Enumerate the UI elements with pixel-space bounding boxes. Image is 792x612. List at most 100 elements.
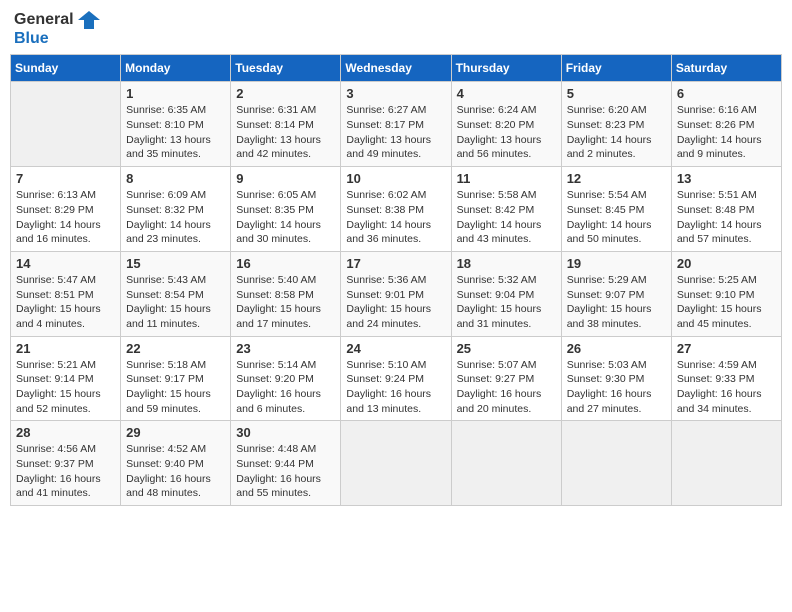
- header-day-wednesday: Wednesday: [341, 55, 451, 82]
- day-info: Sunrise: 5:18 AMSunset: 9:17 PMDaylight:…: [126, 358, 225, 417]
- day-info: Sunrise: 6:20 AMSunset: 8:23 PMDaylight:…: [567, 103, 666, 162]
- header-day-monday: Monday: [121, 55, 231, 82]
- day-number: 23: [236, 341, 335, 356]
- day-number: 3: [346, 86, 445, 101]
- day-info: Sunrise: 5:14 AMSunset: 9:20 PMDaylight:…: [236, 358, 335, 417]
- day-info: Sunrise: 4:59 AMSunset: 9:33 PMDaylight:…: [677, 358, 776, 417]
- day-info: Sunrise: 5:51 AMSunset: 8:48 PMDaylight:…: [677, 188, 776, 247]
- day-info: Sunrise: 6:24 AMSunset: 8:20 PMDaylight:…: [457, 103, 556, 162]
- day-number: 16: [236, 256, 335, 271]
- day-number: 28: [16, 425, 115, 440]
- calendar-cell: 15 Sunrise: 5:43 AMSunset: 8:54 PMDayligh…: [121, 251, 231, 336]
- day-info: Sunrise: 5:10 AMSunset: 9:24 PMDaylight:…: [346, 358, 445, 417]
- calendar-cell: 8 Sunrise: 6:09 AMSunset: 8:32 PMDaylight…: [121, 167, 231, 252]
- calendar-cell: 3Sunrise: 6:27 AMSunset: 8:17 PMDaylight…: [341, 82, 451, 167]
- day-info: Sunrise: 5:32 AMSunset: 9:04 PMDaylight:…: [457, 273, 556, 332]
- calendar-cell: [561, 421, 671, 506]
- day-number: 22: [126, 341, 225, 356]
- day-number: 19: [567, 256, 666, 271]
- day-number: 15: [126, 256, 225, 271]
- day-info: Sunrise: 6:16 AMSunset: 8:26 PMDaylight:…: [677, 103, 776, 162]
- day-info: Sunrise: 4:48 AMSunset: 9:44 PMDaylight:…: [236, 442, 335, 501]
- day-info: Sunrise: 6:35 AMSunset: 8:10 PMDaylight:…: [126, 103, 225, 162]
- calendar-cell: 12Sunrise: 5:54 AMSunset: 8:45 PMDayligh…: [561, 167, 671, 252]
- day-info: Sunrise: 5:07 AMSunset: 9:27 PMDaylight:…: [457, 358, 556, 417]
- day-info: Sunrise: 5:43 AMSunset: 8:54 PMDaylight:…: [126, 273, 225, 332]
- day-info: Sunrise: 4:56 AMSunset: 9:37 PMDaylight:…: [16, 442, 115, 501]
- header-day-friday: Friday: [561, 55, 671, 82]
- logo-line1: General: [14, 10, 100, 29]
- calendar-cell: 1Sunrise: 6:35 AMSunset: 8:10 PMDaylight…: [121, 82, 231, 167]
- header-day-thursday: Thursday: [451, 55, 561, 82]
- calendar-cell: 18 Sunrise: 5:32 AMSunset: 9:04 PMDayligh…: [451, 251, 561, 336]
- day-info: Sunrise: 5:25 AMSunset: 9:10 PMDaylight:…: [677, 273, 776, 332]
- logo-container: General Blue: [14, 10, 100, 48]
- calendar-cell: 4 Sunrise: 6:24 AMSunset: 8:20 PMDaylight…: [451, 82, 561, 167]
- day-number: 20: [677, 256, 776, 271]
- calendar-cell: 19Sunrise: 5:29 AMSunset: 9:07 PMDayligh…: [561, 251, 671, 336]
- day-info: Sunrise: 5:21 AMSunset: 9:14 PMDaylight:…: [16, 358, 115, 417]
- day-number: 21: [16, 341, 115, 356]
- calendar-cell: 7Sunrise: 6:13 AMSunset: 8:29 PMDaylight…: [11, 167, 121, 252]
- calendar-cell: 5 Sunrise: 6:20 AMSunset: 8:23 PMDaylight…: [561, 82, 671, 167]
- calendar-cell: 21 Sunrise: 5:21 AMSunset: 9:14 PMDayligh…: [11, 336, 121, 421]
- calendar-week-row: 28 Sunrise: 4:56 AMSunset: 9:37 PMDayligh…: [11, 421, 782, 506]
- calendar-cell: 22 Sunrise: 5:18 AMSunset: 9:17 PMDayligh…: [121, 336, 231, 421]
- day-number: 25: [457, 341, 556, 356]
- day-info: Sunrise: 5:54 AMSunset: 8:45 PMDaylight:…: [567, 188, 666, 247]
- day-number: 27: [677, 341, 776, 356]
- day-info: Sunrise: 4:52 AMSunset: 9:40 PMDaylight:…: [126, 442, 225, 501]
- day-number: 18: [457, 256, 556, 271]
- calendar-cell: 13 Sunrise: 5:51 AMSunset: 8:48 PMDayligh…: [671, 167, 781, 252]
- calendar-cell: 26Sunrise: 5:03 AMSunset: 9:30 PMDayligh…: [561, 336, 671, 421]
- day-number: 9: [236, 171, 335, 186]
- day-info: Sunrise: 6:13 AMSunset: 8:29 PMDaylight:…: [16, 188, 115, 247]
- day-number: 4: [457, 86, 556, 101]
- day-info: Sunrise: 5:36 AMSunset: 9:01 PMDaylight:…: [346, 273, 445, 332]
- header-day-saturday: Saturday: [671, 55, 781, 82]
- day-info: Sunrise: 6:31 AMSunset: 8:14 PMDaylight:…: [236, 103, 335, 162]
- calendar-cell: 14 Sunrise: 5:47 AMSunset: 8:51 PMDayligh…: [11, 251, 121, 336]
- calendar-table: SundayMondayTuesdayWednesdayThursdayFrid…: [10, 54, 782, 506]
- calendar-cell: 11 Sunrise: 5:58 AMSunset: 8:42 PMDayligh…: [451, 167, 561, 252]
- day-number: 17: [346, 256, 445, 271]
- calendar-cell: [11, 82, 121, 167]
- day-info: Sunrise: 5:58 AMSunset: 8:42 PMDaylight:…: [457, 188, 556, 247]
- calendar-cell: 2 Sunrise: 6:31 AMSunset: 8:14 PMDaylight…: [231, 82, 341, 167]
- calendar-cell: 20 Sunrise: 5:25 AMSunset: 9:10 PMDayligh…: [671, 251, 781, 336]
- calendar-week-row: 14 Sunrise: 5:47 AMSunset: 8:51 PMDayligh…: [11, 251, 782, 336]
- calendar-cell: 30 Sunrise: 4:48 AMSunset: 9:44 PMDayligh…: [231, 421, 341, 506]
- calendar-cell: 16Sunrise: 5:40 AMSunset: 8:58 PMDayligh…: [231, 251, 341, 336]
- day-number: 10: [346, 171, 445, 186]
- day-number: 2: [236, 86, 335, 101]
- calendar-cell: 9Sunrise: 6:05 AMSunset: 8:35 PMDaylight…: [231, 167, 341, 252]
- calendar-cell: [341, 421, 451, 506]
- calendar-week-row: 21 Sunrise: 5:21 AMSunset: 9:14 PMDayligh…: [11, 336, 782, 421]
- day-info: Sunrise: 5:47 AMSunset: 8:51 PMDaylight:…: [16, 273, 115, 332]
- header-day-tuesday: Tuesday: [231, 55, 341, 82]
- calendar-cell: 17 Sunrise: 5:36 AMSunset: 9:01 PMDayligh…: [341, 251, 451, 336]
- logo: General Blue: [14, 10, 100, 48]
- day-number: 14: [16, 256, 115, 271]
- calendar-cell: 6 Sunrise: 6:16 AMSunset: 8:26 PMDaylight…: [671, 82, 781, 167]
- calendar-cell: 25 Sunrise: 5:07 AMSunset: 9:27 PMDayligh…: [451, 336, 561, 421]
- day-number: 11: [457, 171, 556, 186]
- day-number: 5: [567, 86, 666, 101]
- header-day-sunday: Sunday: [11, 55, 121, 82]
- day-number: 6: [677, 86, 776, 101]
- day-info: Sunrise: 6:09 AMSunset: 8:32 PMDaylight:…: [126, 188, 225, 247]
- calendar-cell: [451, 421, 561, 506]
- logo-line2: Blue: [14, 29, 100, 48]
- day-number: 29: [126, 425, 225, 440]
- calendar-cell: 10 Sunrise: 6:02 AMSunset: 8:38 PMDayligh…: [341, 167, 451, 252]
- day-number: 13: [677, 171, 776, 186]
- calendar-cell: 28 Sunrise: 4:56 AMSunset: 9:37 PMDayligh…: [11, 421, 121, 506]
- calendar-week-row: 7Sunrise: 6:13 AMSunset: 8:29 PMDaylight…: [11, 167, 782, 252]
- day-info: Sunrise: 6:02 AMSunset: 8:38 PMDaylight:…: [346, 188, 445, 247]
- day-number: 30: [236, 425, 335, 440]
- calendar-week-row: 1Sunrise: 6:35 AMSunset: 8:10 PMDaylight…: [11, 82, 782, 167]
- day-number: 8: [126, 171, 225, 186]
- day-number: 24: [346, 341, 445, 356]
- day-number: 26: [567, 341, 666, 356]
- calendar-cell: 24 Sunrise: 5:10 AMSunset: 9:24 PMDayligh…: [341, 336, 451, 421]
